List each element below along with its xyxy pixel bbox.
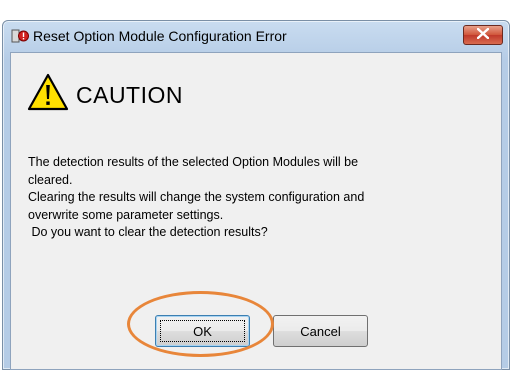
message-line: Clearing the results will change the sys… [28, 190, 365, 204]
dialog-body: CAUTION The detection results of the sel… [10, 52, 502, 370]
caution-heading: CAUTION [76, 81, 183, 108]
message-line: Do you want to clear the detection resul… [28, 225, 268, 239]
dialog-window: Reset Option Module Configuration Error … [2, 20, 510, 370]
error-app-icon [11, 28, 29, 44]
focus-rectangle [160, 320, 245, 342]
message-line: overwrite some parameter settings. [28, 207, 224, 222]
message-line: The detection results of the selected Op… [28, 155, 359, 169]
close-icon [476, 26, 490, 44]
title-bar[interactable]: Reset Option Module Configuration Error [3, 21, 509, 51]
ok-button[interactable]: OK [155, 315, 250, 347]
close-button[interactable] [463, 25, 503, 45]
cancel-button[interactable]: Cancel [273, 315, 368, 347]
message-text: The detection results of the selected Op… [28, 154, 488, 242]
warning-triangle-icon [26, 72, 70, 112]
caution-header: CAUTION [26, 72, 183, 112]
dialog-title: Reset Option Module Configuration Error [33, 28, 287, 44]
cancel-button-label: Cancel [300, 323, 341, 339]
message-line: cleared. [28, 172, 73, 187]
